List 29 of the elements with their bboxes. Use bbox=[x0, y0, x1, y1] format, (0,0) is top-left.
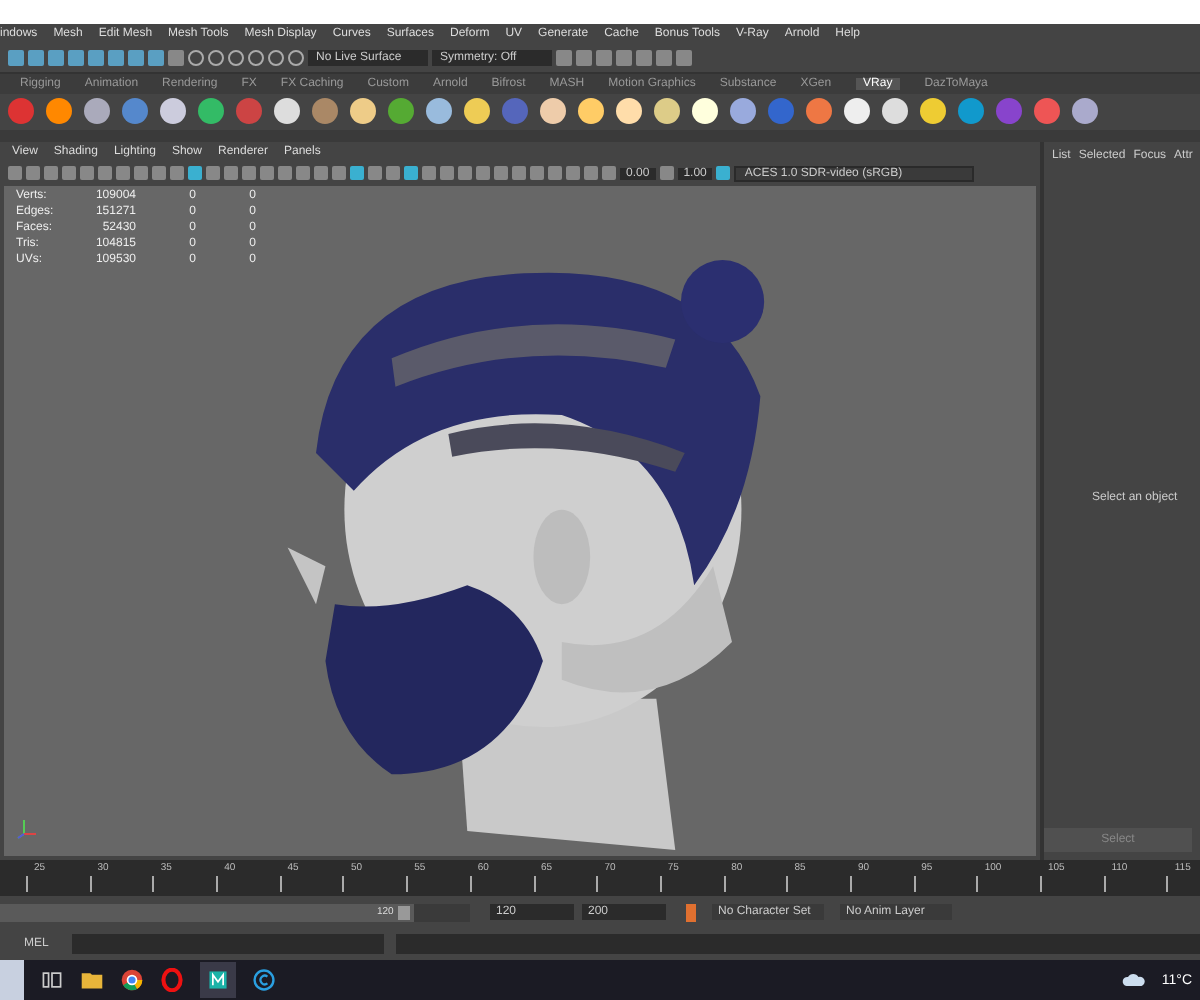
character-icon[interactable] bbox=[686, 903, 696, 922]
shelf-tool-icon[interactable] bbox=[654, 98, 680, 125]
shelf-tool-icon[interactable] bbox=[578, 98, 604, 125]
shelf-tool-icon[interactable] bbox=[540, 98, 566, 125]
cloud-icon[interactable] bbox=[1121, 972, 1146, 989]
ring-logo-icon[interactable] bbox=[160, 968, 184, 993]
shelf-tool-icon[interactable] bbox=[920, 98, 946, 125]
shelf-tool-icon[interactable] bbox=[160, 98, 186, 125]
circle-logo-icon[interactable] bbox=[252, 968, 276, 993]
app-icon[interactable] bbox=[200, 962, 236, 999]
shelf-tool-icon[interactable] bbox=[464, 98, 490, 125]
shelf-tool-icon[interactable] bbox=[616, 98, 642, 125]
shelf-tool-icon[interactable] bbox=[350, 98, 376, 125]
command-field[interactable] bbox=[72, 934, 384, 955]
shelf-tool-icon[interactable] bbox=[882, 98, 908, 125]
shelf-tool-icon[interactable] bbox=[84, 98, 110, 125]
shelf-tool-icon[interactable] bbox=[46, 98, 72, 125]
shelf-tool-icon[interactable] bbox=[274, 98, 300, 125]
shelf-tool-icon[interactable] bbox=[426, 98, 452, 125]
range-slider-fill[interactable] bbox=[0, 903, 414, 922]
browser-icon[interactable] bbox=[120, 968, 144, 993]
task-view-icon[interactable] bbox=[40, 968, 64, 993]
shelf-tool-icon[interactable] bbox=[844, 98, 870, 125]
shelf-tool-icon[interactable] bbox=[692, 98, 718, 125]
shelf-tool-icon[interactable] bbox=[1072, 98, 1098, 125]
shelf-tool-icon[interactable] bbox=[198, 98, 224, 125]
shelf-tool-icon[interactable] bbox=[730, 98, 756, 125]
folder-icon[interactable] bbox=[80, 968, 104, 993]
axis-icon bbox=[16, 816, 40, 841]
